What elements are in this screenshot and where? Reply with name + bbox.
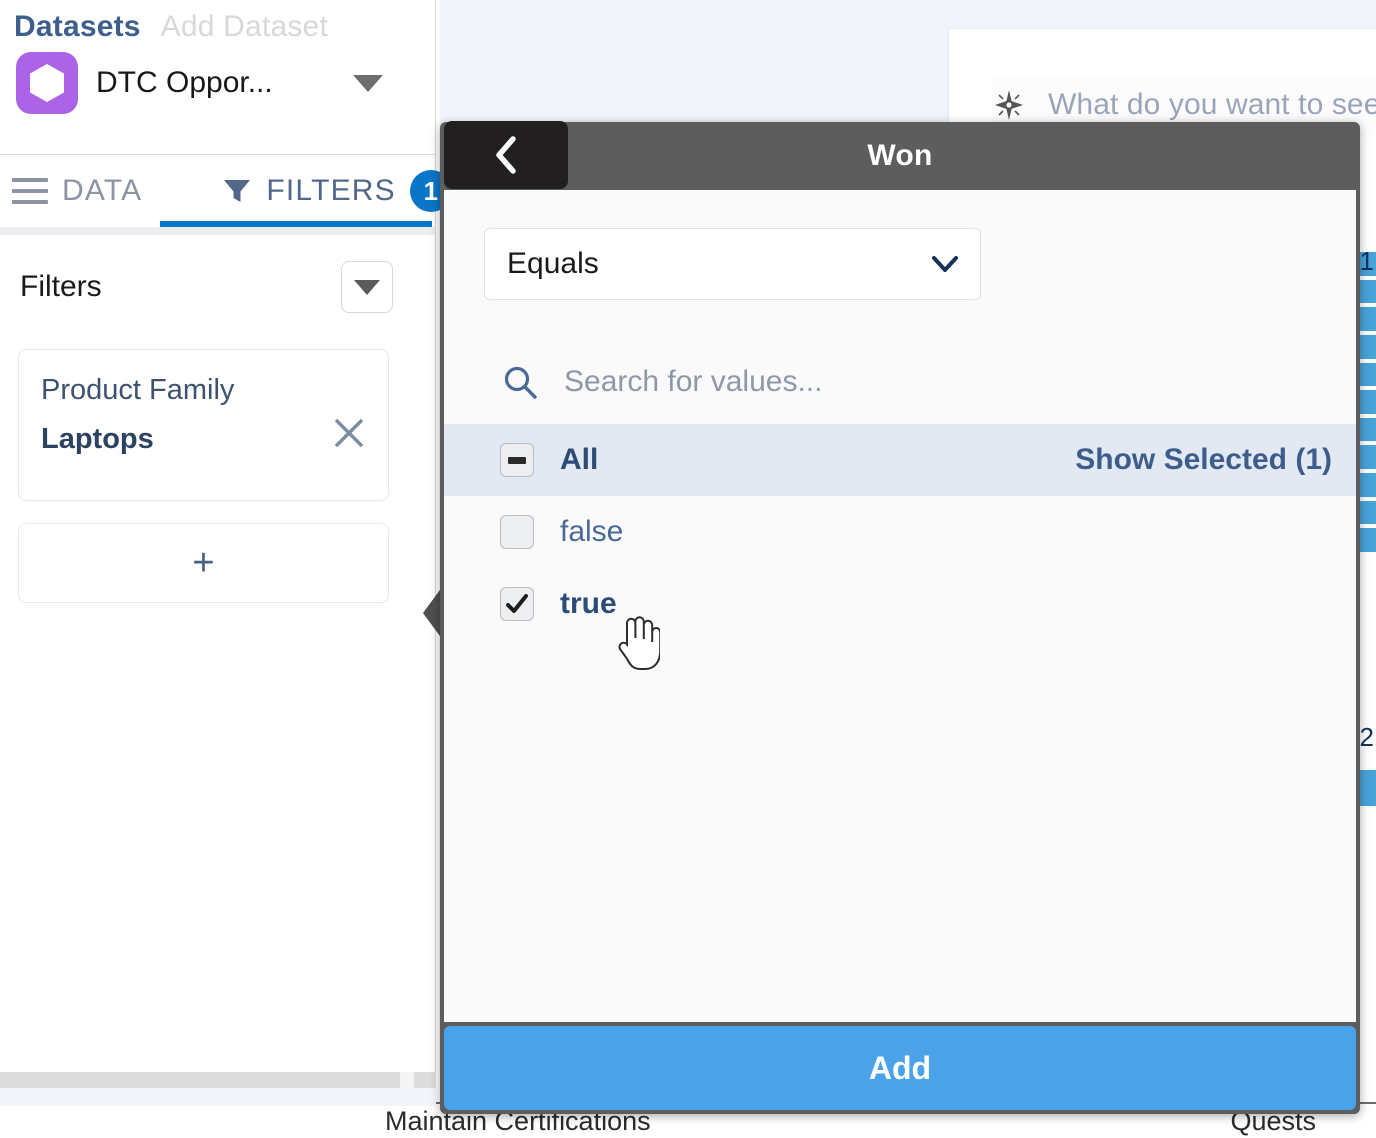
add-filter-button[interactable]: + — [18, 523, 389, 603]
value-row-false[interactable]: false — [444, 496, 1356, 568]
filters-section-header: Filters — [0, 235, 435, 313]
chevron-down-icon — [930, 254, 960, 274]
sidebar-tabs: DATA FILTERS 1 — [0, 155, 452, 227]
tabs-divider — [0, 227, 435, 235]
value-row-all[interactable]: All Show Selected (1) — [444, 424, 1356, 496]
hexagon-dataset-icon — [16, 52, 78, 114]
modal-header: Won — [440, 121, 1360, 190]
checkbox-indeterminate[interactable] — [500, 443, 534, 477]
dataset-header-titles: Datasets Add Dataset — [0, 0, 435, 44]
tab-filters-label: FILTERS — [266, 174, 396, 207]
value-label: false — [560, 515, 624, 548]
back-button[interactable] — [444, 121, 568, 189]
dataset-selector[interactable]: DTC Oppor... — [0, 44, 435, 114]
tab-filters[interactable]: FILTERS 1 — [204, 155, 470, 227]
tab-data-label: DATA — [62, 174, 143, 207]
chevron-down-icon — [354, 279, 380, 295]
chart-axis-tick-mid: 2 — [1359, 722, 1374, 752]
show-selected-button[interactable]: Show Selected (1) — [1075, 443, 1332, 477]
nl-query-placeholder: What do you want to see? Just start typi… — [1048, 88, 1376, 121]
screen-root: What do you want to see? Just start typi… — [0, 0, 1376, 1138]
chevron-left-icon — [493, 134, 519, 176]
filters-label: Filters — [20, 270, 102, 303]
value-row-true[interactable]: true — [444, 568, 1356, 640]
add-button[interactable]: Add — [444, 1026, 1356, 1110]
chevron-down-icon[interactable] — [353, 74, 383, 92]
search-icon — [502, 364, 538, 400]
value-list: All Show Selected (1) false true — [444, 424, 1356, 640]
sidebar-bottom-band — [0, 1088, 436, 1106]
dataset-name: DTC Oppor... — [96, 66, 273, 99]
active-tab-underline — [160, 221, 432, 227]
sidebar-horizontal-scrollbar[interactable] — [0, 1072, 436, 1088]
close-icon[interactable] — [332, 416, 366, 450]
filter-card[interactable]: Product Family Laptops — [18, 349, 389, 501]
check-icon — [506, 593, 528, 615]
filter-field-name: Product Family — [41, 374, 235, 406]
modal-footer: Add — [444, 1026, 1356, 1110]
add-dataset-button[interactable]: Add Dataset — [161, 10, 328, 44]
left-sidebar: Datasets Add Dataset DTC Oppor... DATA F… — [0, 0, 452, 1106]
filters-menu-button[interactable] — [341, 261, 393, 313]
dataset-header: Datasets Add Dataset DTC Oppor... — [0, 0, 435, 155]
value-label: All — [560, 443, 599, 476]
operator-select[interactable]: Equals — [484, 228, 981, 300]
modal-title: Won — [867, 139, 933, 172]
filter-field-value: Laptops — [41, 423, 154, 455]
value-label: true — [560, 587, 617, 620]
value-search-placeholder: Search for values... — [564, 365, 823, 398]
scrollbar-thumb[interactable] — [400, 1072, 414, 1088]
tab-data[interactable]: DATA — [0, 155, 160, 227]
modal-body: Equals Search for values... All Show Sel… — [444, 190, 1356, 1022]
checkbox-checked[interactable] — [500, 587, 534, 621]
starburst-icon — [992, 88, 1026, 122]
funnel-icon — [222, 176, 252, 206]
datasets-title: Datasets — [14, 10, 141, 43]
operator-selected-value: Equals — [507, 247, 599, 280]
checkbox-unchecked[interactable] — [500, 515, 534, 549]
value-search-input[interactable]: Search for values... — [444, 344, 1356, 420]
chart-axis-tick-top: 1 — [1359, 246, 1374, 276]
mouse-cursor-pointer — [614, 612, 662, 674]
plus-icon: + — [192, 542, 215, 584]
list-icon — [12, 178, 48, 204]
filter-value-modal: Won Equals Search for values... All Show… — [440, 121, 1360, 1114]
